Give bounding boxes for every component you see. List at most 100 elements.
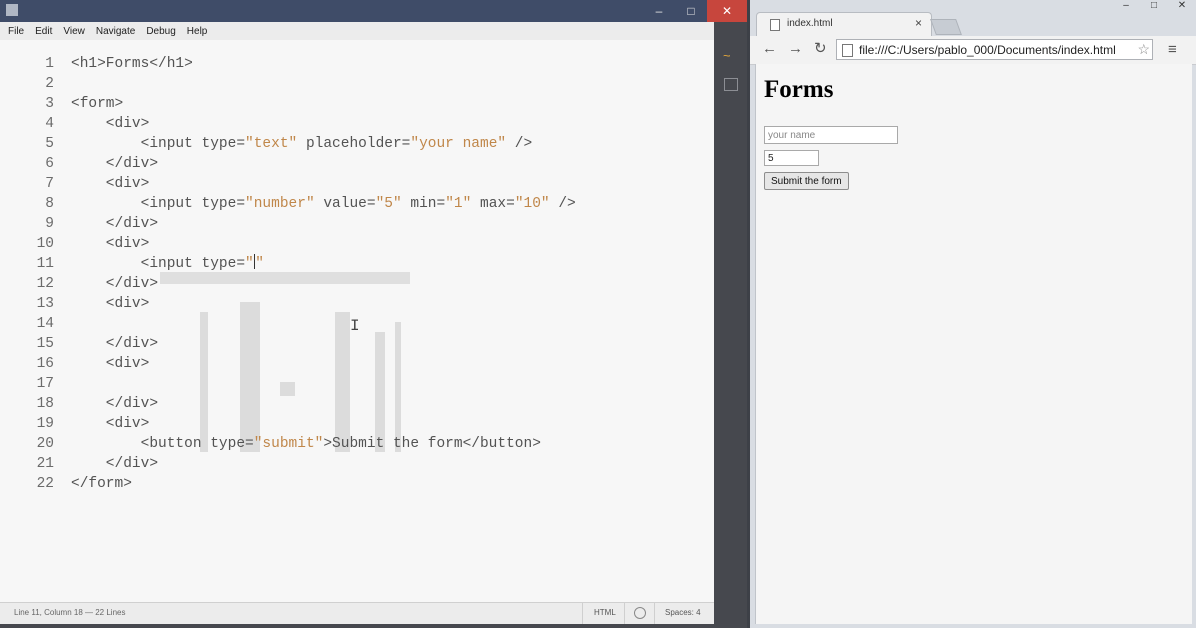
reload-icon[interactable]: ↻ xyxy=(814,41,827,57)
tab-close-icon[interactable]: × xyxy=(915,16,922,30)
maximize-icon[interactable]: □ xyxy=(675,0,707,22)
editor-status-bar: Line 11, Column 18 — 22 Lines HTML Space… xyxy=(0,602,714,624)
forward-icon[interactable]: → xyxy=(788,41,803,57)
code-text: </div> xyxy=(71,336,159,352)
editor-side-toolbar: ~ xyxy=(714,40,747,628)
maximize-icon[interactable]: □ xyxy=(1140,0,1168,14)
line-number: 6 xyxy=(45,156,54,172)
code-text-area[interactable]: I 1 <h1>Forms</h1> 2 3 <form> 4 <div> 5 <input… xyxy=(0,40,714,602)
editor-window-controls: – □ ✕ xyxy=(643,0,747,22)
code-text: </div> xyxy=(71,276,159,292)
line-number: 8 xyxy=(45,196,54,212)
code-line[interactable]: 9 </div> xyxy=(0,214,158,234)
code-line[interactable]: 4 <div> xyxy=(0,114,149,134)
url-text[interactable]: file:///C:/Users/pablo_000/Documents/ind… xyxy=(859,43,1129,57)
code-line[interactable]: 12 </div> xyxy=(0,274,158,294)
line-number: 9 xyxy=(45,216,54,232)
code-line[interactable]: 11 <input type=" " xyxy=(0,254,264,274)
status-divider xyxy=(624,603,625,624)
status-divider xyxy=(582,603,583,624)
line-number: 15 xyxy=(36,336,54,352)
address-bar[interactable]: file:///C:/Users/pablo_000/Documents/ind… xyxy=(836,39,1153,60)
line-number: 11 xyxy=(36,256,54,272)
code-text: <form> xyxy=(71,96,124,112)
code-text: <h1>Forms</h1> xyxy=(71,56,193,72)
code-line[interactable]: 14 xyxy=(0,314,71,334)
line-number: 14 xyxy=(36,316,54,332)
browser-tab[interactable]: index.html × xyxy=(756,12,932,37)
browser-toolbar: ← → ↻ file:///C:/Users/pablo_000/Documen… xyxy=(750,36,1196,65)
menu-icon[interactable]: ≡ xyxy=(1168,41,1177,58)
line-number: 12 xyxy=(36,276,54,292)
code-line[interactable]: 22 </form> xyxy=(0,474,132,494)
code-line[interactable]: 16 <div> xyxy=(0,354,150,374)
line-number: 4 xyxy=(45,116,54,132)
code-line[interactable]: 5 <input type="text" placeholder="your n… xyxy=(0,134,532,154)
code-text: <input type="number" value="5" min="1" m… xyxy=(71,196,576,212)
line-number: 10 xyxy=(36,236,54,252)
page-viewport: Forms Submit the form xyxy=(755,64,1192,624)
code-editor-window: – □ ✕ File Edit View Navigate Debug Help… xyxy=(0,0,747,628)
code-line[interactable]: 7 <div> xyxy=(0,174,149,194)
line-number: 17 xyxy=(36,376,54,392)
code-text: <div> xyxy=(71,176,150,192)
code-line[interactable]: 19 <div> xyxy=(0,414,150,434)
page-icon xyxy=(842,44,853,57)
code-line[interactable]: 17 xyxy=(0,374,71,394)
code-line[interactable]: 3 <form> xyxy=(0,94,123,114)
code-line[interactable]: 2 xyxy=(0,74,71,94)
menu-edit[interactable]: Edit xyxy=(35,26,52,37)
code-text: </div> xyxy=(71,156,159,172)
cursor-position-status: Line 11, Column 18 — 22 Lines xyxy=(14,608,126,617)
editor-title-bar: – □ ✕ xyxy=(0,0,747,22)
code-text: <div> xyxy=(71,356,150,372)
code-line[interactable]: 1 <h1>Forms</h1> xyxy=(0,54,193,74)
code-text: <div> xyxy=(71,236,150,252)
extensions-icon[interactable] xyxy=(724,78,738,91)
line-number: 7 xyxy=(45,176,54,192)
language-selector[interactable]: HTML xyxy=(594,608,616,617)
minimize-icon[interactable]: – xyxy=(643,0,675,22)
code-line[interactable]: 21 </div> xyxy=(0,454,158,474)
line-number: 19 xyxy=(36,416,54,432)
code-line[interactable]: 20 <button type="submit">Submit the form… xyxy=(0,434,541,454)
code-text: </form> xyxy=(71,476,132,492)
code-line[interactable]: 15 </div> xyxy=(0,334,158,354)
close-icon[interactable]: ✕ xyxy=(1168,0,1196,14)
code-line[interactable]: 13 <div> xyxy=(0,294,150,314)
code-text: </div> xyxy=(71,216,159,232)
minimize-icon[interactable]: – xyxy=(1112,0,1140,14)
code-line[interactable]: 18 </div> xyxy=(0,394,158,414)
line-number: 3 xyxy=(45,96,54,112)
menu-view[interactable]: View xyxy=(63,26,85,37)
linter-status-icon[interactable] xyxy=(634,607,646,619)
submit-button[interactable]: Submit the form xyxy=(764,172,849,190)
back-icon[interactable]: ← xyxy=(762,41,777,57)
code-line[interactable]: 8 <input type="number" value="5" min="1"… xyxy=(0,194,576,214)
tab-title: index.html xyxy=(787,18,833,29)
app-icon xyxy=(6,4,18,16)
line-number: 13 xyxy=(36,296,54,312)
close-icon[interactable]: ✕ xyxy=(707,0,747,22)
bookmark-star-icon[interactable]: ☆ xyxy=(1137,41,1150,58)
code-line[interactable]: 10 <div> xyxy=(0,234,150,254)
ibeam-cursor-icon: I xyxy=(350,317,360,335)
menu-navigate[interactable]: Navigate xyxy=(96,26,135,37)
menu-help[interactable]: Help xyxy=(187,26,208,37)
line-number: 5 xyxy=(45,136,54,152)
name-input[interactable] xyxy=(764,126,898,144)
new-tab-button[interactable] xyxy=(930,19,962,35)
line-number: 1 xyxy=(45,56,54,72)
line-number: 16 xyxy=(36,356,54,372)
menu-file[interactable]: File xyxy=(8,26,24,37)
code-text: <div> xyxy=(71,416,150,432)
menu-debug[interactable]: Debug xyxy=(146,26,175,37)
live-preview-icon[interactable]: ~ xyxy=(723,49,737,62)
code-line[interactable]: 6 </div> xyxy=(0,154,158,174)
status-divider xyxy=(654,603,655,624)
line-number: 20 xyxy=(36,436,54,452)
code-text: <div> xyxy=(71,116,150,132)
indent-selector[interactable]: Spaces: 4 xyxy=(665,608,701,617)
line-number: 18 xyxy=(36,396,54,412)
number-input[interactable] xyxy=(764,150,819,166)
